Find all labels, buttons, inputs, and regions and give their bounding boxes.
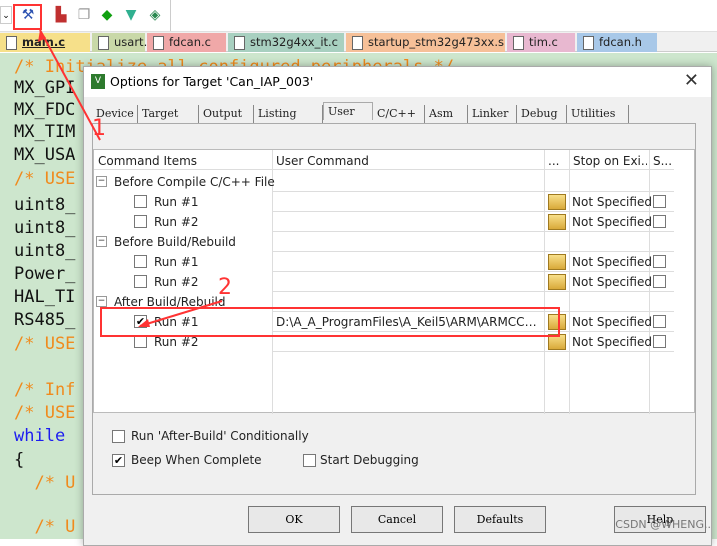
annotation-label-2: 2 — [218, 275, 232, 300]
annotation-arrows — [38, 29, 223, 327]
annotation-arrowhead-2 — [138, 319, 150, 327]
annotation-arrow-1 — [39, 29, 101, 141]
annotation-label-1: 1 — [92, 116, 106, 141]
watermark: CSDN @WHENG.. — [615, 518, 711, 531]
annotation-arrow-2 — [139, 300, 223, 327]
